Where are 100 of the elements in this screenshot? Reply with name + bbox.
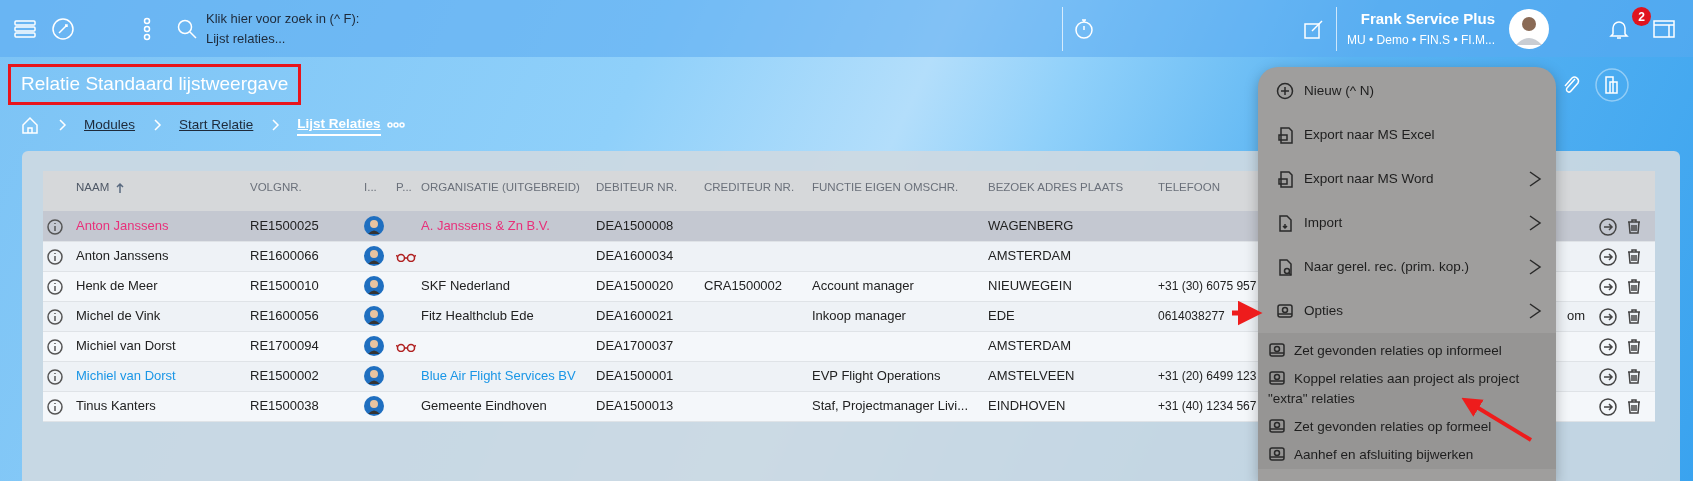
person-icon <box>364 336 384 357</box>
search-hint[interactable]: Lijst relaties... <box>206 28 360 49</box>
table-cell: +31 (40) 1234 567 <box>1158 399 1257 413</box>
table-cell: Fitz Healthclub Ede <box>421 308 534 324</box>
chevron-icon <box>1528 170 1542 188</box>
table-cell: DEA1500013 <box>596 398 674 414</box>
breadcrumb-link[interactable]: Start Relatie <box>179 114 254 136</box>
table-cell: NIEUWEGEIN <box>988 278 1072 294</box>
annotation-arrow <box>1232 300 1263 326</box>
info-icon[interactable] <box>47 218 63 235</box>
compass-icon <box>51 16 75 41</box>
table-cell: DEA1500008 <box>596 218 674 233</box>
go-icon[interactable] <box>1599 397 1617 416</box>
menu-item[interactable]: Export naar MS Excel <box>1258 113 1556 157</box>
person-icon <box>364 306 384 327</box>
table-cell: 0614038277 <box>1158 309 1225 323</box>
go-icon[interactable] <box>1599 277 1617 296</box>
table-cell: +31 (20) 6499 123 <box>1158 369 1257 383</box>
table-cell: CRA1500002 <box>704 278 783 294</box>
settings-icon <box>1268 445 1286 463</box>
delete-icon[interactable] <box>1626 218 1642 236</box>
chevron-icon <box>1528 258 1542 276</box>
table-cell: Michel de Vink <box>76 308 161 324</box>
menu-item[interactable]: Export naar MS Word <box>1258 157 1556 201</box>
go-icon[interactable] <box>1599 307 1617 326</box>
delete-icon[interactable] <box>1626 278 1642 296</box>
avatar-icon[interactable] <box>1509 8 1549 49</box>
chevron-icon <box>1528 302 1542 320</box>
column-header[interactable]: NAAM <box>76 181 110 193</box>
go-icon[interactable] <box>1599 337 1617 356</box>
info-icon[interactable] <box>47 368 63 385</box>
chevron-icon <box>151 118 164 132</box>
table-cell: RE1500038 <box>250 398 319 414</box>
search-hint[interactable]: Klik hier voor zoek in (^ F): <box>206 8 360 29</box>
go-icon[interactable] <box>1599 247 1617 266</box>
table-cell: Tinus Kanters <box>76 398 156 414</box>
notification-count: 2 <box>1632 7 1651 27</box>
delete-icon[interactable] <box>1626 248 1642 266</box>
table-cell: EVP Flight Operations <box>812 368 941 384</box>
table-cell: RE1500025 <box>250 218 319 233</box>
more-icon <box>143 16 151 41</box>
person-icon <box>364 396 384 417</box>
menu-item[interactable]: Aanhef en afsluiting bijwerken <box>1258 441 1556 469</box>
info-icon[interactable] <box>47 248 63 265</box>
table-cell: WAGENBERG <box>988 218 1074 233</box>
table-cell: Michiel van Dorst <box>76 368 176 384</box>
delete-icon[interactable] <box>1626 308 1642 326</box>
table-cell: DEA1500001 <box>596 368 674 384</box>
table-cell: AMSTERDAM <box>988 338 1072 354</box>
menu-item[interactable]: Zet gevonden relaties op informeel <box>1258 337 1556 365</box>
table-cell: RE1500002 <box>250 368 319 384</box>
table-cell: DEA1700037 <box>596 338 674 354</box>
menu-item[interactable]: Koppel relaties aan project als project "extra" relaties <box>1258 365 1556 413</box>
column-header[interactable]: P... <box>396 181 412 193</box>
table-cell: DEA1600034 <box>596 248 674 264</box>
add-icon <box>1276 82 1294 100</box>
table-cell: SKF Nederland <box>421 278 510 294</box>
table-cell: om <box>1566 308 1585 324</box>
chevron-icon <box>1528 214 1542 232</box>
delete-icon[interactable] <box>1626 398 1642 416</box>
menu-item[interactable]: Nieuw (^ N) <box>1258 69 1556 113</box>
user-details: MU • Demo • FIN.S • FI.M... <box>1346 31 1495 49</box>
table-cell: Anton Janssens <box>76 248 169 264</box>
table-cell: A. Janssens & Zn B.V. <box>421 218 550 233</box>
info-icon[interactable] <box>47 308 63 325</box>
column-header[interactable]: TELEFOON <box>1158 181 1220 193</box>
chevron-icon <box>56 118 68 132</box>
person-icon <box>364 276 384 297</box>
info-icon[interactable] <box>47 338 63 355</box>
info-icon[interactable] <box>47 398 63 415</box>
table-cell: Michiel van Dorst <box>76 338 176 354</box>
column-header[interactable]: I... <box>364 181 377 193</box>
delete-icon[interactable] <box>1626 368 1642 386</box>
table-cell: EDE <box>988 308 1015 324</box>
document-icon <box>1276 170 1294 188</box>
document-icon <box>1276 258 1294 276</box>
go-icon[interactable] <box>1599 217 1617 236</box>
menu-item[interactable]: Zet gevonden relaties op formeel <box>1258 413 1556 441</box>
table-cell: DEA1500020 <box>596 278 674 294</box>
breadcrumb-link[interactable]: Modules <box>84 114 136 136</box>
chevron-icon <box>269 118 282 132</box>
table-cell: Gemeente Eindhoven <box>421 398 547 414</box>
user-name: Frank Service Plus <box>1359 9 1495 30</box>
info-icon[interactable] <box>47 278 63 295</box>
table-cell: EINDHOVEN <box>988 398 1066 414</box>
document-icon <box>1276 126 1294 144</box>
settings-icon <box>1268 341 1286 359</box>
settings-icon <box>1276 302 1294 320</box>
table-cell: AMSTELVEEN <box>988 368 1075 384</box>
table-cell: RE1500010 <box>250 278 319 294</box>
menu-item[interactable]: Opties <box>1258 289 1556 333</box>
table-cell: AMSTERDAM <box>988 248 1072 264</box>
menu-item[interactable]: Naar gerel. rec. (prim. kop.) <box>1258 245 1556 289</box>
go-icon[interactable] <box>1599 367 1617 386</box>
person-icon <box>364 366 384 387</box>
sort-arrow-icon[interactable] <box>115 181 126 194</box>
menu-item[interactable]: Import <box>1258 201 1556 245</box>
delete-icon[interactable] <box>1626 338 1642 356</box>
person-icon <box>364 246 384 267</box>
column-header[interactable]: VOLGNR. <box>250 181 302 193</box>
